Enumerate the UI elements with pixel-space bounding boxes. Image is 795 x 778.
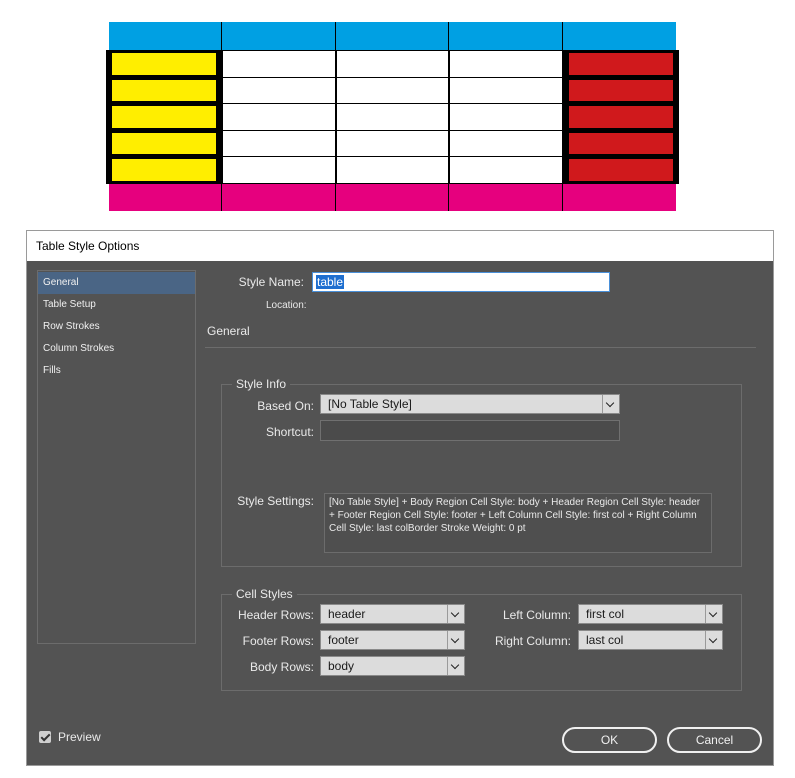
- left-column-label: Left Column:: [502, 608, 571, 622]
- based-on-label: Based On:: [257, 399, 314, 413]
- body-rows-label: Body Rows:: [249, 660, 314, 674]
- table-style-options-dialog: Table Style Options General Table Setup …: [27, 231, 773, 765]
- body-cell: [222, 129, 336, 158]
- last-col-cell: [562, 156, 679, 184]
- category-list: General Table Setup Row Strokes Column S…: [37, 270, 196, 644]
- header-cell: [449, 22, 563, 50]
- style-info-title: Style Info: [232, 377, 291, 391]
- style-settings-text: [No Table Style] + Body Region Cell Styl…: [324, 493, 712, 553]
- footer-rows-value: footer: [328, 633, 359, 647]
- left-column-value: first col: [586, 607, 625, 621]
- chevron-down-icon[interactable]: [447, 657, 464, 675]
- ok-button[interactable]: OK: [562, 727, 657, 753]
- body-cell: [335, 50, 450, 78]
- body-cell: [222, 103, 336, 131]
- section-divider: [205, 347, 756, 348]
- shortcut-input[interactable]: [320, 420, 620, 441]
- last-col-cell: [562, 103, 679, 131]
- header-rows-dropdown[interactable]: header: [320, 604, 465, 624]
- header-cell: [222, 22, 336, 50]
- last-col-cell: [562, 50, 679, 78]
- chevron-down-icon[interactable]: [602, 395, 619, 413]
- header-cell: [562, 22, 676, 50]
- body-cell: [449, 50, 563, 78]
- right-column-value: last col: [586, 633, 624, 647]
- body-cell: [335, 129, 450, 158]
- nav-item-fills[interactable]: Fills: [38, 360, 195, 382]
- nav-item-column-strokes[interactable]: Column Strokes: [38, 338, 195, 360]
- left-column-dropdown[interactable]: first col: [578, 604, 723, 624]
- style-settings-label: Style Settings:: [237, 494, 314, 508]
- body-rows-dropdown[interactable]: body: [320, 656, 465, 676]
- dialog-title: Table Style Options: [36, 239, 140, 253]
- last-col-cell: [562, 129, 679, 158]
- section-title: General: [207, 324, 250, 338]
- body-cell: [222, 50, 336, 78]
- body-cell: [335, 156, 450, 184]
- first-col-cell: [106, 50, 223, 78]
- footer-cell: [562, 183, 676, 211]
- based-on-value: [No Table Style]: [328, 397, 412, 411]
- chevron-down-icon[interactable]: [705, 631, 722, 649]
- style-name-input[interactable]: table: [312, 272, 610, 292]
- nav-item-general[interactable]: General: [38, 272, 195, 294]
- footer-rows-label: Footer Rows:: [242, 634, 314, 648]
- table-preview: [0, 0, 795, 215]
- preview-label: Preview: [58, 730, 101, 744]
- first-col-cell: [106, 76, 223, 105]
- shortcut-label: Shortcut:: [265, 425, 314, 439]
- footer-cell: [222, 183, 336, 211]
- body-rows-value: body: [328, 659, 355, 673]
- location-label: Location:: [266, 300, 307, 311]
- chevron-down-icon[interactable]: [705, 605, 722, 623]
- body-cell: [222, 76, 336, 105]
- header-rows-label: Header Rows:: [237, 608, 314, 622]
- header-rows-value: header: [328, 607, 366, 621]
- style-name-label: Style Name:: [238, 275, 304, 289]
- first-col-cell: [106, 129, 223, 158]
- header-cell: [109, 22, 223, 50]
- cancel-button[interactable]: Cancel: [667, 727, 762, 753]
- nav-item-table-setup[interactable]: Table Setup: [38, 294, 195, 316]
- right-column-label: Right Column:: [494, 634, 571, 648]
- chevron-down-icon[interactable]: [447, 605, 464, 623]
- body-cell: [335, 76, 450, 105]
- footer-cell: [109, 183, 223, 211]
- right-column-dropdown[interactable]: last col: [578, 630, 723, 650]
- body-cell: [449, 103, 563, 131]
- body-cell: [222, 156, 336, 184]
- body-cell: [449, 129, 563, 158]
- footer-cell: [449, 183, 563, 211]
- cell-styles-title: Cell Styles: [232, 587, 297, 601]
- body-cell: [335, 103, 450, 131]
- body-cell: [449, 76, 563, 105]
- chevron-down-icon[interactable]: [447, 631, 464, 649]
- nav-item-row-strokes[interactable]: Row Strokes: [38, 316, 195, 338]
- footer-rows-dropdown[interactable]: footer: [320, 630, 465, 650]
- based-on-dropdown[interactable]: [No Table Style]: [320, 394, 620, 414]
- style-name-value: table: [316, 275, 345, 289]
- preview-checkbox[interactable]: [39, 731, 51, 743]
- header-cell: [335, 22, 450, 50]
- dialog-titlebar: Table Style Options: [27, 231, 773, 261]
- body-cell: [449, 156, 563, 184]
- first-col-cell: [106, 156, 223, 184]
- first-col-cell: [106, 103, 223, 131]
- last-col-cell: [562, 76, 679, 105]
- footer-cell: [335, 183, 450, 211]
